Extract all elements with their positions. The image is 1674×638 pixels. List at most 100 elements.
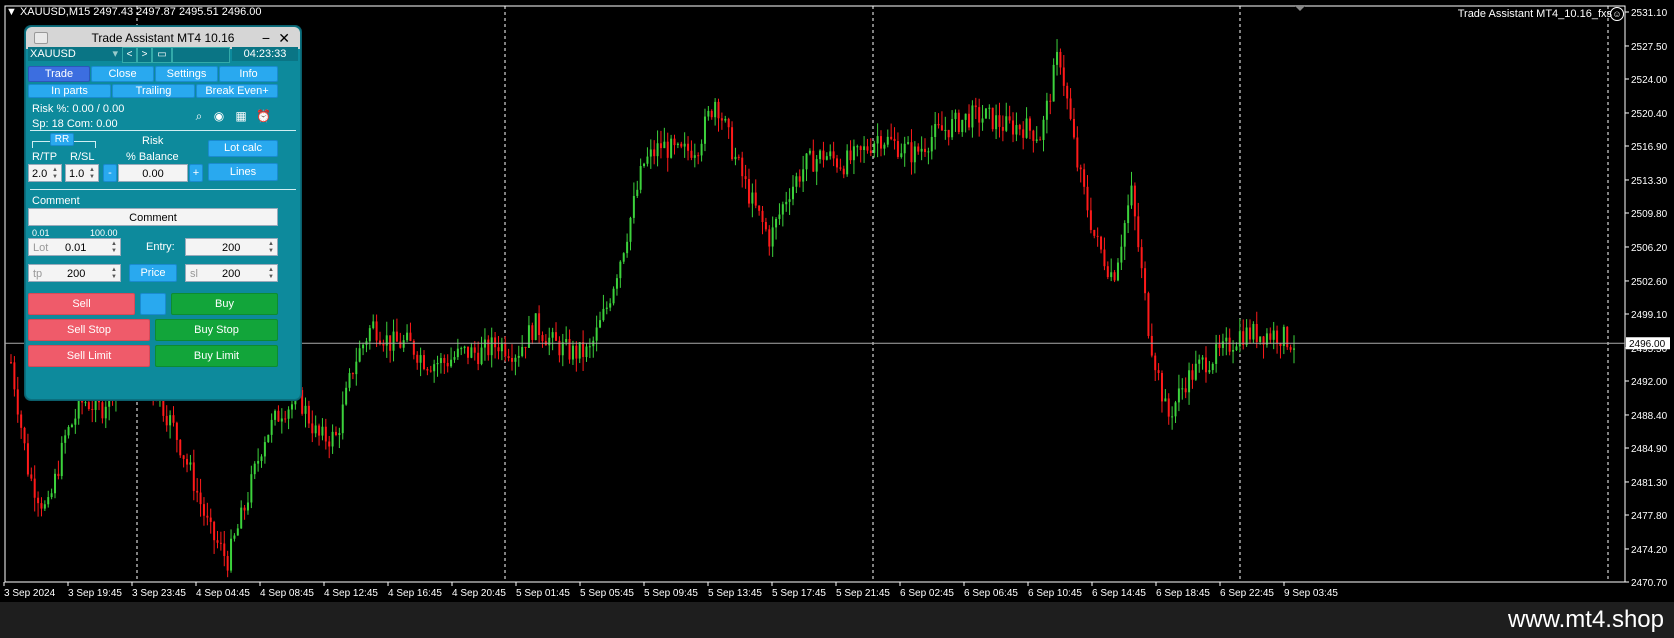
time-tick-label: 3 Sep 19:45 xyxy=(68,588,122,599)
candle-body xyxy=(253,463,256,475)
prev-symbol-button[interactable]: < xyxy=(122,47,137,63)
candle-body xyxy=(40,503,43,509)
candle-body xyxy=(819,150,822,160)
candle-body xyxy=(1018,125,1021,130)
chart-shift-icon xyxy=(1295,6,1305,11)
candle-body xyxy=(280,418,283,422)
tab-trade[interactable]: Trade xyxy=(28,66,90,82)
candle-body xyxy=(338,433,341,436)
candle-body xyxy=(179,439,182,456)
candle-body xyxy=(768,229,771,247)
time-tick-label: 5 Sep 01:45 xyxy=(516,588,570,599)
time-tick-label: 5 Sep 13:45 xyxy=(708,588,762,599)
calendar-icon[interactable]: ▦ xyxy=(234,109,248,123)
buy-button[interactable]: Buy xyxy=(171,293,278,315)
entry-field[interactable]: 200 ▲ ▼ xyxy=(185,238,278,256)
spinner-icon[interactable]: ▲ ▼ xyxy=(88,167,96,181)
alarm-icon[interactable]: ⏰ xyxy=(256,109,271,123)
candle-body xyxy=(1211,363,1214,371)
minimize-icon[interactable]: − xyxy=(262,27,270,49)
candle-body xyxy=(859,146,862,150)
candle-body xyxy=(812,150,815,172)
candle-body xyxy=(355,361,358,375)
candle-body xyxy=(727,118,730,128)
current-price-label: 2496.00 xyxy=(1629,339,1666,350)
candle-body xyxy=(1110,272,1113,278)
risk-plus-button[interactable]: + xyxy=(189,164,203,182)
candle-body xyxy=(1062,67,1065,86)
candle-body xyxy=(511,357,514,362)
time-tick-label: 6 Sep 02:45 xyxy=(900,588,954,599)
candle-body xyxy=(1072,118,1075,138)
lot-calc-button[interactable]: Lot calc xyxy=(208,140,278,157)
collapse-arrow-icon[interactable]: ▼ xyxy=(6,6,20,18)
buy-stop-button[interactable]: Buy Stop xyxy=(155,319,278,341)
spinner-icon[interactable]: ▲ ▼ xyxy=(51,167,59,181)
candle-body xyxy=(477,352,480,365)
candle-body xyxy=(873,143,876,153)
rtp-stepper[interactable]: 2.0 ▲ ▼ xyxy=(28,164,62,182)
entry-label: Entry: xyxy=(146,241,175,253)
sl-value: 200 xyxy=(222,268,241,280)
folder-icon[interactable]: ▭ xyxy=(152,47,172,63)
symbol-select[interactable]: XAUUSD ▾ xyxy=(28,47,122,61)
candle-body xyxy=(734,156,737,160)
candle-body xyxy=(1177,388,1180,403)
candle-body xyxy=(998,115,1001,127)
candle-body xyxy=(1208,370,1211,373)
buy-limit-button[interactable]: Buy Limit xyxy=(155,345,278,367)
risk-minus-button[interactable]: - xyxy=(103,164,117,182)
rsl-value: 1.0 xyxy=(69,168,85,180)
candle-body xyxy=(1096,235,1099,237)
comment-field[interactable]: Comment xyxy=(28,208,278,226)
rsl-stepper[interactable]: 1.0 ▲ ▼ xyxy=(65,164,99,182)
candle-body xyxy=(223,543,226,557)
candle-body xyxy=(260,456,263,462)
risk-input[interactable]: 0.00 xyxy=(118,164,188,182)
lines-button[interactable]: Lines xyxy=(208,163,278,181)
close-icon[interactable]: ✕ xyxy=(278,27,290,49)
candle-body xyxy=(802,169,805,182)
tab-close[interactable]: Close xyxy=(91,66,154,82)
tab-info[interactable]: Info xyxy=(219,66,278,82)
candle-body xyxy=(1076,137,1079,168)
candle-body xyxy=(869,150,872,153)
tab-in-parts[interactable]: In parts xyxy=(28,84,111,98)
spinner-icon[interactable]: ▲ ▼ xyxy=(110,267,118,281)
spread-indicator-button[interactable] xyxy=(140,293,166,315)
spinner-icon[interactable]: ▲ ▼ xyxy=(267,241,275,255)
candle-body xyxy=(1232,350,1235,352)
panel-titlebar[interactable]: Trade Assistant MT4 10.16 − ✕ xyxy=(26,27,300,49)
sell-stop-button[interactable]: Sell Stop xyxy=(28,319,150,341)
eye-icon[interactable]: ◉ xyxy=(212,109,226,123)
next-symbol-button[interactable]: > xyxy=(137,47,152,63)
candle-body xyxy=(463,346,466,349)
tab-break-even[interactable]: Break Even+ xyxy=(196,84,278,98)
lot-field[interactable]: Lot 0.01 ▲ ▼ xyxy=(28,238,121,256)
spinner-icon[interactable]: ▲ ▼ xyxy=(267,267,275,281)
sell-limit-button[interactable]: Sell Limit xyxy=(28,345,150,367)
divider xyxy=(30,130,296,131)
sell-button[interactable]: Sell xyxy=(28,293,135,315)
tab-trailing[interactable]: Trailing xyxy=(112,84,195,98)
sl-field[interactable]: sl 200 ▲ ▼ xyxy=(185,264,278,282)
candle-body xyxy=(385,335,388,346)
price-button[interactable]: Price xyxy=(129,264,177,282)
candle-body xyxy=(91,408,94,410)
candle-body xyxy=(1008,116,1011,121)
spinner-icon[interactable]: ▲ ▼ xyxy=(110,241,118,255)
candle-body xyxy=(270,419,273,435)
candle-body xyxy=(402,340,405,348)
rr-button[interactable]: RR xyxy=(50,133,74,146)
tab-settings[interactable]: Settings xyxy=(155,66,218,82)
search-icon[interactable]: ⌕ xyxy=(192,109,206,123)
tp-field[interactable]: tp 200 ▲ ▼ xyxy=(28,264,121,282)
candle-body xyxy=(67,427,70,436)
candle-body xyxy=(531,325,534,340)
candle-body xyxy=(666,141,669,158)
candle-body xyxy=(778,214,781,219)
candle-body xyxy=(1079,167,1082,170)
candle-body xyxy=(961,119,964,133)
candle-body xyxy=(334,431,337,436)
ea-name-label: Trade Assistant MT4_10.16_fxs xyxy=(1457,8,1612,20)
